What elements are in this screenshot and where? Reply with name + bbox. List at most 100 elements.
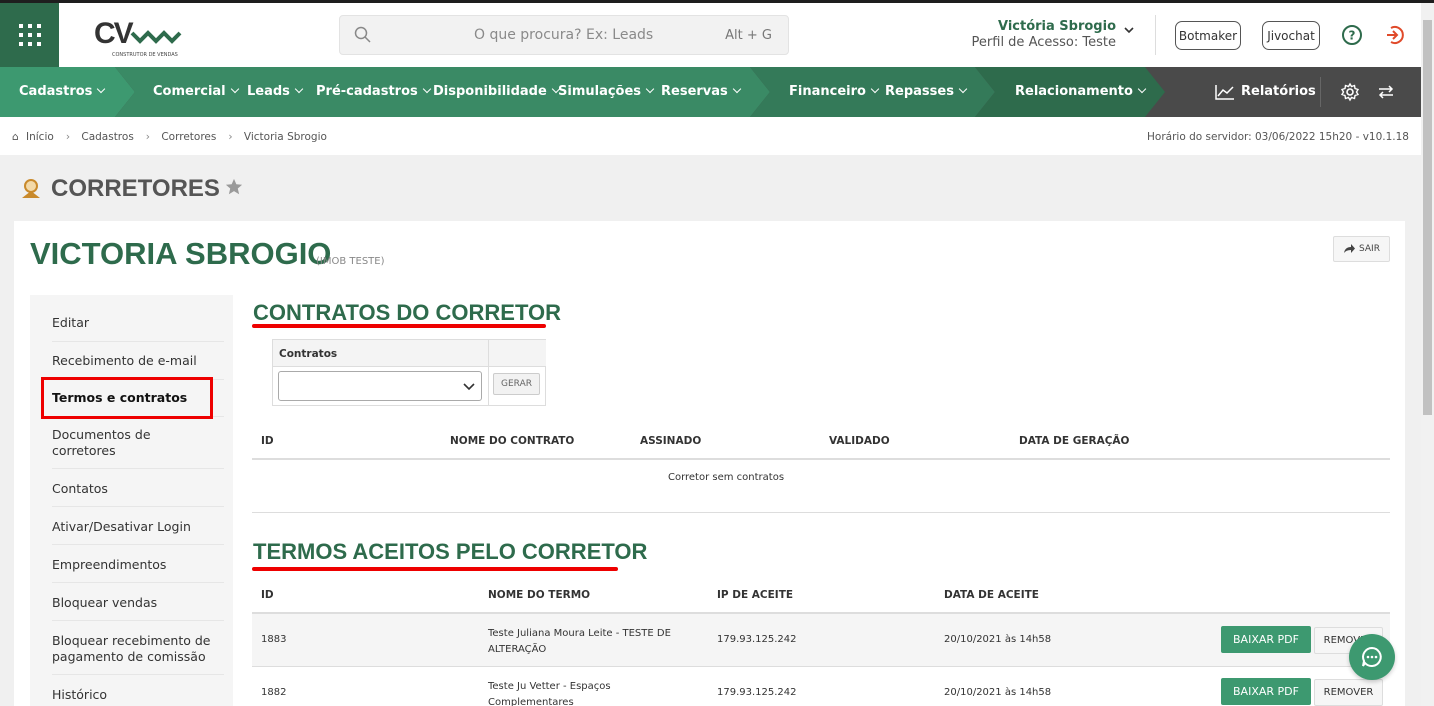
main-nav: Cadastros Comercial Leads Pré-cadastros … — [0, 67, 1434, 117]
chat-button[interactable] — [1349, 634, 1395, 680]
term-ip: 179.93.125.242 — [717, 687, 797, 698]
col-validated[interactable]: VALIDADO — [829, 435, 890, 447]
download-pdf-button[interactable]: BAIXAR PDF — [1221, 626, 1311, 653]
section-divider — [252, 512, 1390, 513]
logout-icon[interactable] — [1383, 24, 1405, 46]
active-item-highlight — [41, 377, 213, 419]
col-term-id[interactable]: ID — [261, 589, 274, 601]
empty-message: Corretor sem contratos — [667, 472, 785, 483]
chevron-down-icon — [732, 84, 742, 94]
side-menu: Editar Recebimento de e-mail Termos e co… — [30, 295, 233, 706]
col-contract-name[interactable]: NOME DO CONTRATO — [450, 435, 574, 447]
menu-contatos[interactable]: Contatos — [52, 481, 224, 497]
gear-icon[interactable] — [1340, 82, 1360, 102]
nav-relatorios[interactable]: Relatórios — [1215, 67, 1316, 117]
term-date: 20/10/2021 às 14h58 — [944, 634, 1052, 645]
search-input[interactable]: O que procura? Ex: Leads Alt + G — [339, 15, 789, 55]
svg-text:CONSTRUTOR DE VENDAS: CONSTRUTOR DE VENDAS — [112, 52, 178, 58]
star-icon[interactable] — [225, 178, 243, 196]
terms-title: TERMOS ACEITOS PELO CORRETOR — [253, 539, 648, 564]
table-header-line — [252, 458, 1390, 460]
menu-recebimento-email[interactable]: Recebimento de e-mail — [52, 353, 224, 369]
search-icon — [354, 26, 371, 43]
nav-relacionamento[interactable]: Relacionamento — [1015, 67, 1147, 117]
broker-name: VICTORIA SBROGIO — [30, 236, 332, 271]
chevron-down-icon[interactable] — [1123, 25, 1135, 35]
nav-comercial[interactable]: Comercial — [153, 67, 239, 117]
broker-icon — [22, 179, 40, 198]
term-id: 1882 — [261, 687, 287, 698]
contract-select-label: Contratos — [273, 340, 488, 367]
user-profile[interactable]: Perfil de Acesso: Teste — [972, 35, 1116, 50]
app-header: CV CONSTRUTOR DE VENDAS O que procura? E… — [0, 3, 1434, 67]
chevron-down-icon — [958, 84, 968, 94]
col-ip[interactable]: IP DE ACEITE — [717, 589, 793, 601]
breadcrumb-cadastros[interactable]: Cadastros — [81, 131, 133, 143]
breadcrumb: ⌂ Início › Cadastros › Corretores › Victori… — [12, 131, 331, 143]
nav-divider — [1320, 77, 1321, 107]
chevron-down-icon — [1137, 84, 1147, 94]
page-title: CORRETORES — [51, 175, 220, 202]
scrollbar-thumb[interactable] — [1423, 20, 1432, 415]
user-name[interactable]: Victória Sbrogio — [998, 19, 1116, 34]
home-icon[interactable]: ⌂ — [12, 131, 19, 143]
menu-documentos[interactable]: Documentos de corretores — [52, 427, 172, 459]
brand-logo[interactable]: CV CONSTRUTOR DE VENDAS — [92, 15, 192, 59]
contract-select[interactable] — [278, 371, 482, 401]
col-term-name[interactable]: NOME DO TERMO — [488, 589, 590, 601]
search-shortcut: Alt + G — [725, 28, 772, 43]
svg-text:CV: CV — [94, 17, 134, 50]
terms-title-underline — [252, 567, 618, 571]
menu-bloquear-comissao[interactable]: Bloquear recebimento de pagamento de com… — [52, 633, 212, 665]
menu-divider — [52, 506, 224, 507]
menu-divider — [52, 674, 224, 675]
col-id[interactable]: ID — [261, 435, 274, 447]
header-divider — [1155, 15, 1156, 55]
breadcrumb-home[interactable]: Início — [26, 131, 54, 143]
nav-simulacoes[interactable]: Simulações — [558, 67, 655, 117]
breadcrumb-separator: › — [145, 131, 150, 143]
help-icon[interactable]: ? — [1341, 24, 1363, 46]
server-time: Horário do servidor: 03/06/2022 15h20 - … — [1147, 131, 1409, 143]
contracts-title-underline — [252, 324, 546, 328]
menu-editar[interactable]: Editar — [52, 315, 224, 331]
botmaker-button[interactable]: Botmaker — [1175, 21, 1241, 50]
nav-financeiro[interactable]: Financeiro — [789, 67, 880, 117]
term-id: 1883 — [261, 634, 287, 645]
menu-divider — [52, 544, 224, 545]
svg-text:?: ? — [1349, 29, 1356, 43]
menu-bloquear-vendas[interactable]: Bloquear vendas — [52, 595, 224, 611]
jivochat-button[interactable]: Jivochat — [1262, 21, 1320, 50]
chevron-down-icon — [97, 84, 106, 94]
remove-button[interactable]: REMOVER — [1314, 679, 1383, 706]
col-accept-date[interactable]: DATA DE ACEITE — [944, 589, 1039, 601]
menu-ativar-login[interactable]: Ativar/Desativar Login — [52, 519, 224, 535]
apps-grid-button[interactable] — [0, 3, 59, 67]
col-generation-date[interactable]: DATA DE GERAÇÃO — [1019, 435, 1129, 447]
chevron-down-icon — [645, 84, 655, 94]
term-name: Teste Ju Vetter - Espaços Complementares — [488, 681, 611, 706]
nav-repasses[interactable]: Repasses — [885, 67, 968, 117]
menu-divider — [52, 468, 224, 469]
col-signed[interactable]: ASSINADO — [640, 435, 701, 447]
grid-icon — [18, 24, 41, 46]
nav-reservas[interactable]: Reservas — [661, 67, 742, 117]
menu-historico[interactable]: Histórico — [52, 687, 224, 703]
download-pdf-button[interactable]: BAIXAR PDF — [1221, 678, 1311, 705]
menu-empreendimentos[interactable]: Empreendimentos — [52, 557, 224, 573]
nav-cadastros[interactable]: Cadastros — [19, 67, 106, 117]
table-row — [252, 614, 1390, 666]
swap-icon[interactable] — [1377, 84, 1395, 100]
nav-disponibilidade[interactable]: Disponibilidade — [433, 67, 561, 117]
exit-button[interactable]: SAIR — [1333, 236, 1390, 262]
contract-header-cell — [488, 340, 546, 367]
term-date: 20/10/2021 às 14h58 — [944, 687, 1052, 698]
breadcrumb-corretores[interactable]: Corretores — [161, 131, 216, 143]
chevron-down-icon — [230, 84, 239, 94]
nav-pre-cadastros[interactable]: Pré-cadastros — [316, 67, 431, 117]
chevron-down-icon — [870, 84, 880, 94]
generate-button[interactable]: GERAR — [493, 373, 540, 395]
nav-leads[interactable]: Leads — [247, 67, 304, 117]
chart-line-icon — [1215, 84, 1234, 100]
breadcrumb-separator: › — [228, 131, 233, 143]
